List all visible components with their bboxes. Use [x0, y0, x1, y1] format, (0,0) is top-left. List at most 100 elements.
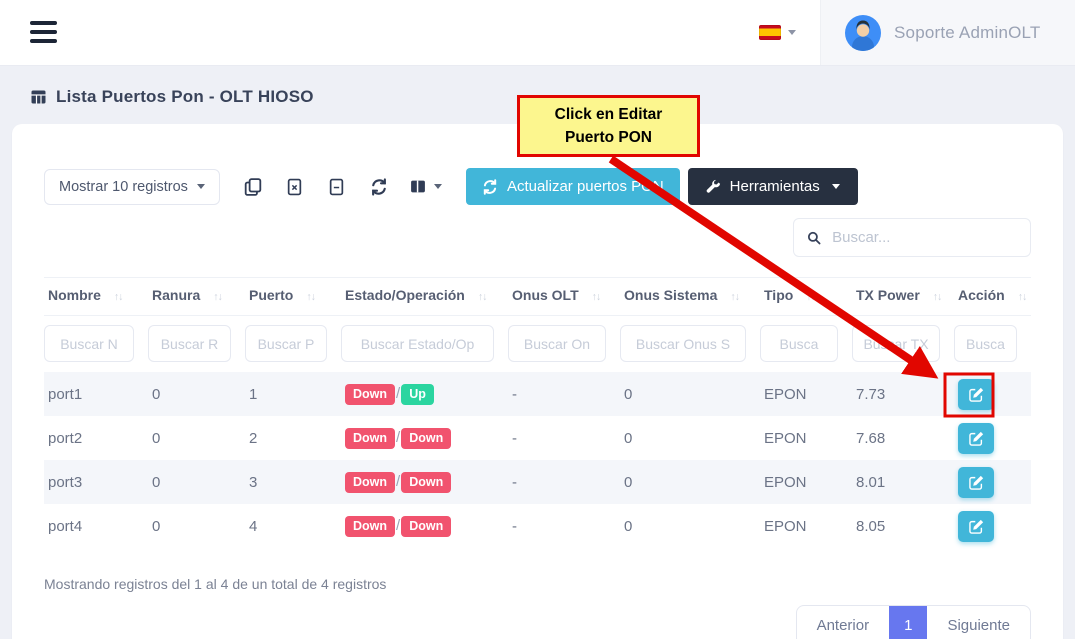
sort-icon[interactable]: ↑↓ [1018, 291, 1027, 303]
pagination-next[interactable]: Siguiente [927, 606, 1030, 639]
edit-icon [969, 519, 984, 534]
table-row: port4 0 4 Down/Down - 0 EPON 8.05 [44, 504, 1031, 548]
cell-puerto: 2 [245, 416, 341, 460]
filter-tipo-input[interactable] [760, 325, 838, 362]
tools-label: Herramientas [730, 178, 820, 195]
pagination-prev[interactable]: Anterior [797, 606, 890, 639]
edit-icon [969, 387, 984, 402]
export-excel-button[interactable] [274, 178, 316, 196]
filter-estado-input[interactable] [341, 325, 494, 362]
filter-onus-sistema-input[interactable] [620, 325, 746, 362]
table-footer: Mostrando registros del 1 al 4 de un tot… [44, 576, 1031, 639]
spain-flag-icon [759, 25, 781, 40]
update-pon-ports-button[interactable]: Actualizar puertos PON [466, 168, 680, 205]
filter-tx-power-input[interactable] [852, 325, 940, 362]
language-dropdown[interactable] [759, 25, 796, 40]
hamburger-menu-icon[interactable] [30, 21, 57, 48]
cell-tx-power: 7.73 [852, 372, 954, 416]
cell-nombre: port3 [44, 460, 148, 504]
cell-estado: Down/Down [341, 460, 508, 504]
columns-icon [409, 178, 427, 195]
col-header-tipo[interactable]: Tipo↑↓ [760, 278, 852, 316]
search-icon [807, 230, 821, 246]
cell-tx-power: 7.68 [852, 416, 954, 460]
cell-estado: Down/Down [341, 416, 508, 460]
cell-onus-olt: - [508, 460, 620, 504]
cell-nombre: port1 [44, 372, 148, 416]
status-badge: Down [345, 428, 395, 449]
reload-table-button[interactable] [358, 178, 400, 196]
filter-ranura-input[interactable] [148, 325, 231, 362]
pagination-page-1[interactable]: 1 [889, 606, 927, 639]
wrench-icon [706, 179, 721, 194]
sort-icon[interactable]: ↑↓ [806, 291, 815, 303]
update-pon-ports-label: Actualizar puertos PON [507, 178, 664, 195]
copy-button[interactable] [232, 178, 274, 196]
cell-onus-sistema: 0 [620, 460, 760, 504]
user-menu[interactable]: Soporte AdminOLT [820, 0, 1075, 65]
edit-icon [969, 475, 984, 490]
col-header-ranura[interactable]: Ranura↑↓ [148, 278, 245, 316]
edit-pon-port-button[interactable] [958, 511, 994, 542]
cell-onus-olt: - [508, 372, 620, 416]
cell-tipo: EPON [760, 372, 852, 416]
search-input[interactable] [832, 229, 1017, 246]
cell-puerto: 3 [245, 460, 341, 504]
edit-pon-port-button[interactable] [958, 379, 994, 410]
status-badge: Down [401, 472, 451, 493]
col-header-estado[interactable]: Estado/Operación↑↓ [341, 278, 508, 316]
status-badge: Down [401, 428, 451, 449]
sort-icon[interactable]: ↑↓ [478, 291, 487, 303]
filter-nombre-input[interactable] [44, 325, 134, 362]
cell-nombre: port4 [44, 504, 148, 548]
edit-pon-port-button[interactable] [958, 467, 994, 498]
page-title: Lista Puertos Pon - OLT HIOSO [30, 87, 1075, 107]
sort-icon[interactable]: ↑↓ [730, 291, 739, 303]
tools-dropdown-button[interactable]: Herramientas [688, 168, 858, 205]
sort-icon[interactable]: ↑↓ [933, 291, 942, 303]
status-badge: Down [345, 472, 395, 493]
cell-onus-sistema: 0 [620, 504, 760, 548]
col-header-onus-sistema[interactable]: Onus Sistema↑↓ [620, 278, 760, 316]
page-title-text: Lista Puertos Pon - OLT HIOSO [56, 87, 314, 107]
app-window: Soporte AdminOLT Lista Puertos Pon - OLT… [0, 0, 1075, 639]
sort-icon[interactable]: ↑↓ [592, 291, 601, 303]
cell-nombre: port2 [44, 416, 148, 460]
status-badge: Up [401, 384, 434, 405]
avatar [845, 15, 881, 51]
chevron-down-icon [197, 184, 205, 189]
filter-onus-olt-input[interactable] [508, 325, 606, 362]
filter-puerto-input[interactable] [245, 325, 327, 362]
cell-onus-olt: - [508, 416, 620, 460]
col-header-tx-power[interactable]: TX Power↑↓ [852, 278, 954, 316]
pon-ports-card: Mostrar 10 registros [12, 124, 1063, 639]
sort-icon[interactable]: ↑↓ [114, 291, 123, 303]
chevron-down-icon [832, 184, 840, 189]
filter-accion-input[interactable] [954, 325, 1017, 362]
cell-ranura: 0 [148, 416, 245, 460]
column-visibility-button[interactable] [400, 178, 452, 195]
edit-icon [969, 431, 984, 446]
cell-tipo: EPON [760, 460, 852, 504]
status-badge: Down [401, 516, 451, 537]
cell-tipo: EPON [760, 504, 852, 548]
col-header-puerto[interactable]: Puerto↑↓ [245, 278, 341, 316]
cell-estado: Down/Up [341, 372, 508, 416]
col-header-onus-olt[interactable]: Onus OLT↑↓ [508, 278, 620, 316]
col-header-nombre[interactable]: Nombre↑↓ [44, 278, 148, 316]
records-info: Mostrando registros del 1 al 4 de un tot… [44, 576, 1031, 592]
filter-row [44, 316, 1031, 373]
export-file-button[interactable] [316, 178, 358, 196]
page-length-select[interactable]: Mostrar 10 registros [44, 169, 220, 205]
header-row: Nombre↑↓ Ranura↑↓ Puerto↑↓ Estado/Operac… [44, 278, 1031, 316]
table-row: port2 0 2 Down/Down - 0 EPON 7.68 [44, 416, 1031, 460]
user-name: Soporte AdminOLT [894, 23, 1041, 43]
sort-icon[interactable]: ↑↓ [306, 291, 315, 303]
global-search [793, 218, 1031, 257]
col-header-accion[interactable]: Acción↑↓ [954, 278, 1031, 316]
edit-pon-port-button[interactable] [958, 423, 994, 454]
sort-icon[interactable]: ↑↓ [213, 291, 222, 303]
cell-estado: Down/Down [341, 504, 508, 548]
cell-puerto: 4 [245, 504, 341, 548]
table-row: port1 0 1 Down/Up - 0 EPON 7.73 [44, 372, 1031, 416]
